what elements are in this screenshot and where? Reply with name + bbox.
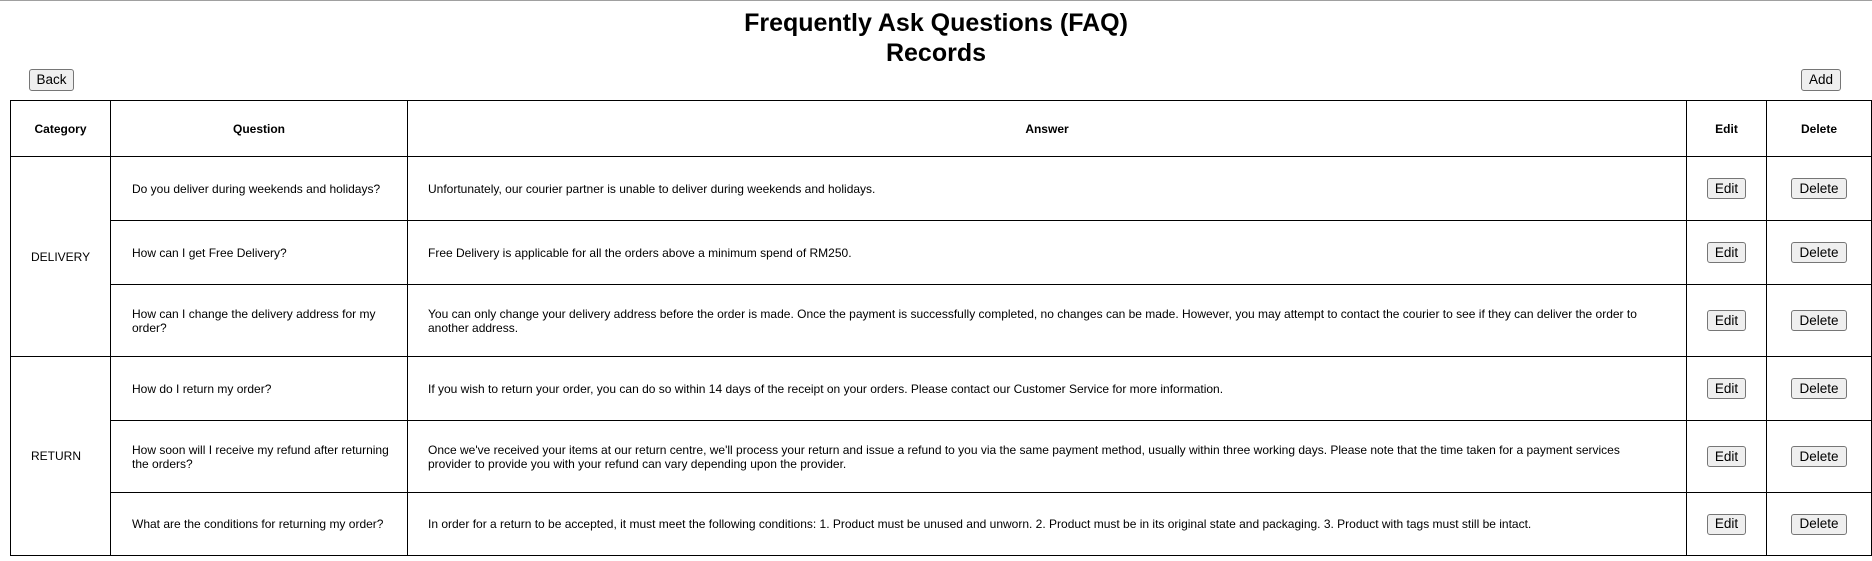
question-cell: How soon will I receive my refund after … [110, 420, 408, 493]
edit-cell: Edit [1686, 356, 1767, 421]
answer-cell: Once we've received your items at our re… [407, 420, 1687, 493]
delete-cell: Delete [1766, 420, 1872, 493]
category-cell-delivery: DELIVERY [10, 156, 111, 357]
delete-cell: Delete [1766, 356, 1872, 421]
table-row: How can I change the delivery address fo… [11, 284, 1872, 357]
delete-cell: Delete [1766, 284, 1872, 357]
question-cell: How can I change the delivery address fo… [110, 284, 408, 357]
edit-button[interactable]: Edit [1706, 178, 1747, 199]
table-row: How soon will I receive my refund after … [11, 420, 1872, 493]
add-button[interactable]: Add [1801, 69, 1841, 91]
edit-button[interactable]: Edit [1706, 446, 1747, 467]
column-header-question: Question [110, 100, 408, 157]
page-title-line1: Frequently Ask Questions (FAQ) [744, 9, 1128, 37]
delete-button[interactable]: Delete [1791, 310, 1847, 331]
delete-button[interactable]: Delete [1791, 446, 1847, 467]
question-cell: What are the conditions for returning my… [110, 492, 408, 556]
edit-cell: Edit [1686, 284, 1767, 357]
page-title: Frequently Ask Questions (FAQ) Records [0, 8, 1872, 68]
top-divider [0, 0, 1872, 1]
page-title-line2: Records [885, 39, 987, 67]
question-cell: How can I get Free Delivery? [110, 220, 408, 285]
delete-button[interactable]: Delete [1791, 178, 1847, 199]
table-header-row: Category Question Answer Edit Delete [10, 100, 1872, 157]
category-cell-return: RETURN [10, 356, 111, 556]
delete-cell: Delete [1766, 492, 1872, 556]
question-cell: Do you deliver during weekends and holid… [110, 156, 408, 221]
table-row: What are the conditions for returning my… [11, 492, 1872, 556]
table-row: How can I get Free Delivery? Free Delive… [11, 220, 1872, 285]
question-cell: How do I return my order? [110, 356, 408, 421]
delete-button[interactable]: Delete [1791, 378, 1847, 399]
edit-button[interactable]: Edit [1706, 378, 1747, 399]
edit-button[interactable]: Edit [1706, 310, 1747, 331]
answer-cell: You can only change your delivery addres… [407, 284, 1687, 357]
back-button[interactable]: Back [29, 69, 74, 91]
answer-cell: In order for a return to be accepted, it… [407, 492, 1687, 556]
edit-cell: Edit [1686, 492, 1767, 556]
delete-button[interactable]: Delete [1791, 513, 1847, 535]
edit-cell: Edit [1686, 420, 1767, 493]
column-header-edit: Edit [1686, 100, 1767, 157]
delete-cell: Delete [1766, 156, 1872, 221]
edit-cell: Edit [1686, 156, 1767, 221]
column-header-delete: Delete [1766, 100, 1872, 157]
answer-cell: Free Delivery is applicable for all the … [407, 220, 1687, 285]
column-header-answer: Answer [407, 100, 1687, 157]
edit-button[interactable]: Edit [1706, 513, 1747, 535]
delete-cell: Delete [1766, 220, 1872, 285]
answer-cell: Unfortunately, our courier partner is un… [407, 156, 1687, 221]
edit-cell: Edit [1686, 220, 1767, 285]
table-row: RETURN How do I return my order? If you … [10, 356, 1872, 556]
answer-cell: If you wish to return your order, you ca… [407, 356, 1687, 421]
column-header-category: Category [10, 100, 111, 157]
delete-button[interactable]: Delete [1791, 242, 1847, 263]
faq-table: Category Question Answer Edit Delete DEL… [10, 100, 1872, 556]
table-row: DELIVERY Do you deliver during weekends … [10, 156, 1872, 357]
edit-button[interactable]: Edit [1706, 242, 1747, 263]
